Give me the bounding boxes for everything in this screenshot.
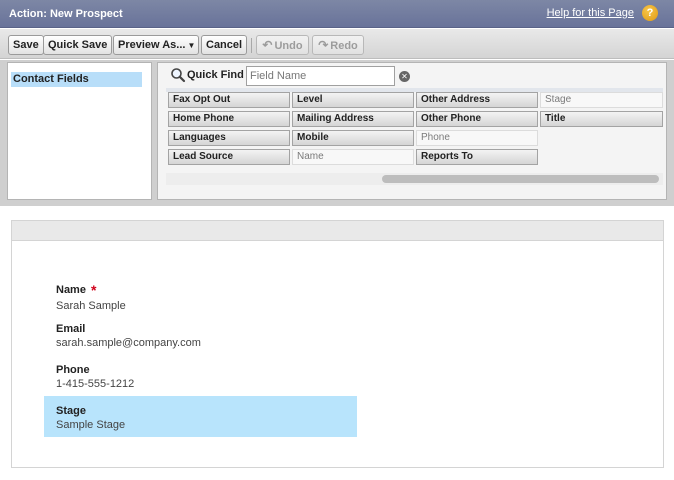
layout-field-email[interactable]: Email sarah.sample@company.com [44, 323, 357, 353]
cancel-button[interactable]: Cancel [201, 35, 248, 55]
field-palette: Contact Fields Quick Find ✕ Fax Opt Out … [0, 60, 674, 267]
quick-save-button[interactable]: Quick Save [43, 35, 113, 55]
layout-field-stage[interactable]: Stage Sample Stage [44, 396, 357, 437]
redo-button[interactable]: ↷ Redo [312, 35, 364, 55]
category-contact-fields[interactable]: Contact Fields [11, 72, 142, 87]
save-button[interactable]: Save [8, 35, 44, 55]
undo-icon: ↶ [262, 38, 273, 52]
undo-button[interactable]: ↶ Undo [256, 35, 309, 55]
layout-field-value: Sample Stage [56, 419, 126, 431]
help-icon[interactable]: ? [642, 5, 658, 21]
palette-field-mailing-address[interactable]: Mailing Address [292, 111, 414, 127]
field-list-panel: Quick Find ✕ Fax Opt Out Level Other Add… [157, 62, 667, 200]
layout-field-label: Email [56, 323, 86, 335]
page-header: Action: New Prospect Help for this Page … [0, 0, 674, 28]
chevron-down-icon: ▼ [187, 41, 196, 50]
help-link[interactable]: Help for this Page [547, 7, 634, 19]
layout-field-value: sarah.sample@company.com [56, 337, 201, 349]
preview-as-label: Preview As... [118, 39, 186, 51]
layout-field-label: Name * [56, 282, 357, 298]
quick-find-input[interactable] [246, 66, 395, 86]
palette-field-fax-opt-out[interactable]: Fax Opt Out [168, 92, 290, 108]
canvas-header-bar [12, 221, 663, 241]
toolbar-separator [251, 38, 252, 53]
palette-field-stage[interactable]: Stage [540, 92, 663, 108]
layout-field-phone[interactable]: Phone 1-415-555-1212 [44, 364, 357, 394]
palette-field-title[interactable]: Title [540, 111, 663, 127]
palette-field-languages[interactable]: Languages [168, 130, 290, 146]
palette-field-phone[interactable]: Phone [416, 130, 538, 146]
required-marker: * [90, 282, 97, 298]
page-title: Action: New Prospect [9, 8, 123, 20]
redo-label: Redo [330, 40, 358, 52]
layout-field-value: 1-415-555-1212 [56, 378, 135, 390]
layout-field-label: Phone [56, 364, 90, 376]
layout-canvas: Name * Sarah Sample Email sarah.sample@co… [11, 220, 664, 468]
layout-field-name[interactable]: Name * Sarah Sample [44, 282, 357, 312]
palette-field-reports-to[interactable]: Reports To [416, 149, 538, 165]
palette-field-mobile[interactable]: Mobile [292, 130, 414, 146]
palette-field-name[interactable]: Name [292, 149, 414, 165]
toolbar: Save Quick Save Preview As... ▼ Cancel ↶ U… [0, 29, 674, 59]
layout-field-label: Stage [56, 405, 86, 417]
preview-as-button[interactable]: Preview As... ▼ [113, 35, 199, 55]
search-icon [171, 68, 186, 83]
redo-icon: ↷ [318, 38, 329, 52]
clear-search-icon[interactable]: ✕ [399, 71, 410, 82]
palette-field-level[interactable]: Level [292, 92, 414, 108]
palette-field-other-phone[interactable]: Other Phone [416, 111, 538, 127]
layout-field-value: Sarah Sample [56, 300, 126, 312]
quick-find-label: Quick Find [187, 69, 244, 81]
palette-field-lead-source[interactable]: Lead Source [168, 149, 290, 165]
name-label: Name [56, 284, 86, 296]
category-list: Contact Fields [7, 62, 152, 200]
palette-field-home-phone[interactable]: Home Phone [168, 111, 290, 127]
palette-field-other-address[interactable]: Other Address [416, 92, 538, 108]
undo-label: Undo [274, 40, 303, 52]
horizontal-scrollbar[interactable] [382, 175, 659, 183]
